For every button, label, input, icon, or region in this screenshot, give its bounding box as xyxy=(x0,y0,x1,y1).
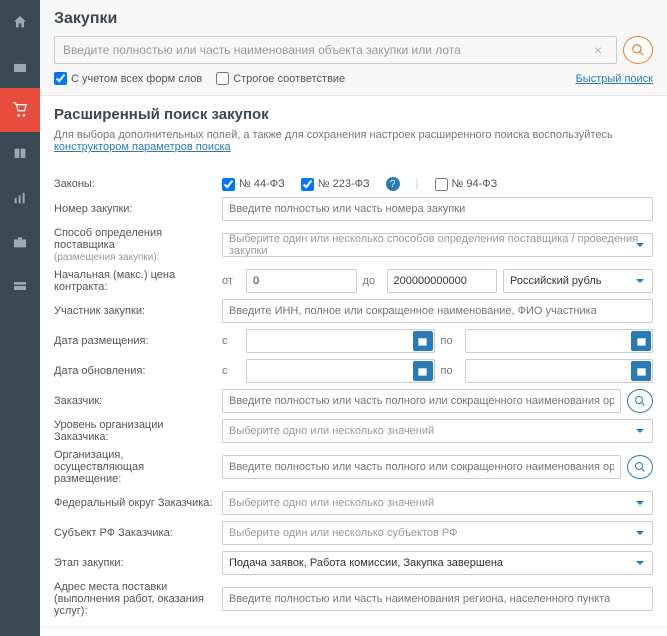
calendar-icon[interactable] xyxy=(631,361,651,381)
law-223[interactable]: № 223-ФЗ xyxy=(301,178,370,191)
customer-input[interactable] xyxy=(222,389,621,413)
advanced-title: Расширенный поиск закупок xyxy=(54,106,653,123)
dateplace-label: Дата размещения: xyxy=(54,335,214,347)
nav-briefcase[interactable] xyxy=(0,220,40,264)
calendar-icon[interactable] xyxy=(413,361,433,381)
law-94[interactable]: № 94-ФЗ xyxy=(435,178,498,191)
search-button[interactable] xyxy=(623,36,653,64)
dateplace-from[interactable] xyxy=(246,329,435,353)
laws-label: Законы: xyxy=(54,178,214,190)
law-44[interactable]: № 44-ФЗ xyxy=(222,178,285,191)
address-label: Адрес места поставки (выполнения работ, … xyxy=(54,581,214,617)
orgplacing-search-button[interactable] xyxy=(627,455,653,479)
page-title: Закупки xyxy=(54,10,653,28)
nav-calendar[interactable] xyxy=(0,44,40,88)
nav-card[interactable] xyxy=(0,264,40,308)
opt-all-forms[interactable]: С учетом всех форм слов xyxy=(54,72,202,85)
orgplacing-input[interactable] xyxy=(222,455,621,479)
orglevel-select[interactable]: Выберите одно или несколько значений xyxy=(222,419,653,443)
address-input[interactable] xyxy=(222,587,653,611)
dateplace-to[interactable] xyxy=(465,329,654,353)
nav-home[interactable] xyxy=(0,0,40,44)
opt-strict[interactable]: Строгое соответствие xyxy=(216,72,345,85)
advanced-subtitle: Для выбора дополнительных полей, а также… xyxy=(54,129,653,153)
nav-cart[interactable] xyxy=(0,88,40,132)
calendar-icon[interactable] xyxy=(631,331,651,351)
customer-label: Заказчик: xyxy=(54,395,214,407)
orglevel-label: Уровень организации Заказчика: xyxy=(54,419,214,443)
subject-label: Субъект РФ Заказчика: xyxy=(54,527,214,539)
dateupdate-to[interactable] xyxy=(465,359,654,383)
district-select[interactable]: Выберите одно или несколько значений xyxy=(222,491,653,515)
search-icon xyxy=(631,43,645,57)
clear-search-icon[interactable]: × xyxy=(588,42,608,58)
participant-input[interactable] xyxy=(222,299,653,323)
price-label: Начальная (макс.) цена контракта: xyxy=(54,269,214,293)
dateupdate-from[interactable] xyxy=(246,359,435,383)
main-search-input[interactable]: Введите полностью или часть наименования… xyxy=(54,36,617,64)
district-label: Федеральный округ Заказчика: xyxy=(54,497,214,509)
quick-search-link[interactable]: Быстрый поиск xyxy=(576,73,653,85)
price-from-input[interactable] xyxy=(246,269,357,293)
constructor-link[interactable]: конструктором параметров поиска xyxy=(54,141,231,153)
nav-chart[interactable] xyxy=(0,176,40,220)
nav-book[interactable] xyxy=(0,132,40,176)
number-input[interactable] xyxy=(222,197,653,221)
sidebar xyxy=(0,0,40,636)
currency-select[interactable]: Российский рубль xyxy=(503,269,653,293)
customer-search-button[interactable] xyxy=(627,389,653,413)
number-label: Номер закупки: xyxy=(54,203,214,215)
stage-select[interactable]: Подача заявок, Работа комиссии, Закупка … xyxy=(222,551,653,575)
calendar-icon[interactable] xyxy=(413,331,433,351)
help-icon[interactable]: ? xyxy=(386,177,400,191)
subject-select[interactable]: Выберите один или несколько субъектов РФ xyxy=(222,521,653,545)
method-label: Способ определения поставщика(размещения… xyxy=(54,227,214,263)
participant-label: Участник закупки: xyxy=(54,305,214,317)
price-to-input[interactable] xyxy=(387,269,498,293)
dateupdate-label: Дата обновления: xyxy=(54,365,214,377)
orgplacing-label: Организация, осуществляющая размещение: xyxy=(54,449,214,485)
stage-label: Этап закупки: xyxy=(54,557,214,569)
method-select[interactable]: Выберите один или несколько способов опр… xyxy=(222,233,653,257)
